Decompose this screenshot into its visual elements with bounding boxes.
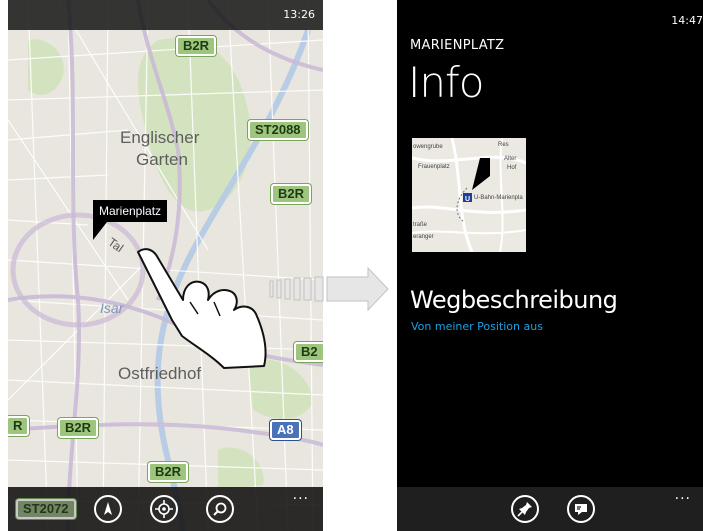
status-time: 14:47 xyxy=(671,14,703,27)
map-label: Garten xyxy=(136,150,188,169)
thumb-label: owengrube xyxy=(413,144,443,150)
more-options-button[interactable]: ... xyxy=(293,487,309,503)
thumb-label: U-Bahn-Marienpla xyxy=(474,195,523,201)
directions-subtitle[interactable]: Von meiner Position aus xyxy=(411,320,543,333)
road-shield: ST2088 xyxy=(248,120,308,140)
pin-button[interactable] xyxy=(511,495,539,523)
thumb-label: Hof xyxy=(507,165,517,171)
road-shield: B2R xyxy=(58,418,99,438)
pin-tail xyxy=(93,222,107,240)
review-button[interactable] xyxy=(567,495,595,523)
tap-gesture-hand-icon xyxy=(137,248,267,369)
app-bar: ST2072 ... xyxy=(8,487,323,531)
search-icon xyxy=(213,502,227,516)
directions-icon xyxy=(104,502,112,515)
status-time: 13:26 xyxy=(283,8,315,21)
stage: 13:26 B2R ST2088 B2R B2 R B2R A8 B2R Eng… xyxy=(0,0,703,531)
road-shield: R xyxy=(8,416,30,436)
locate-me-icon xyxy=(155,500,173,518)
directions-title[interactable]: Wegbeschreibung xyxy=(410,286,618,314)
thumb-label: Frauenplatz xyxy=(418,164,450,170)
thumb-label: eranger xyxy=(413,234,434,240)
status-bar: 13:26 xyxy=(8,0,323,30)
location-pin[interactable]: Marienplatz xyxy=(93,200,168,240)
pin-icon xyxy=(517,502,532,517)
thumb-label: Res xyxy=(498,142,509,148)
review-icon xyxy=(575,504,587,515)
map-label: Englischer xyxy=(120,128,200,147)
road-shield: ST2072 xyxy=(16,499,76,519)
more-options-button[interactable]: ... xyxy=(675,487,691,503)
thumb-label: traße xyxy=(413,222,428,228)
app-bar: ... xyxy=(397,487,703,531)
road-shield: B2R xyxy=(148,462,189,482)
map-thumbnail[interactable]: owengrube Frauenplatz Alter Hof U-Bahn-M… xyxy=(412,138,526,252)
page-title: Info xyxy=(408,58,484,107)
road-shield: A8 xyxy=(270,420,301,440)
transition-arrow-icon xyxy=(269,267,389,311)
place-name: MARIENPLATZ xyxy=(410,38,505,53)
search-button[interactable] xyxy=(206,495,234,523)
thumb-label: Alter xyxy=(504,156,516,162)
metro-badge: U xyxy=(465,196,470,203)
map-thumbnail-graphic: owengrube Frauenplatz Alter Hof U-Bahn-M… xyxy=(412,138,526,252)
locate-me-button[interactable] xyxy=(150,495,178,523)
directions-button[interactable] xyxy=(94,495,122,523)
road-shield: B2R xyxy=(271,184,312,204)
pin-label: Marienplatz xyxy=(93,200,168,222)
left-phone-screen: 13:26 B2R ST2088 B2R B2 R B2R A8 B2R Eng… xyxy=(8,0,323,531)
road-shield: B2 xyxy=(294,342,323,362)
right-phone-screen: 14:47 MARIENPLATZ Info owengrube Frauenp… xyxy=(397,0,703,531)
map-label: Isar xyxy=(100,300,124,316)
road-shield: B2R xyxy=(176,36,217,56)
